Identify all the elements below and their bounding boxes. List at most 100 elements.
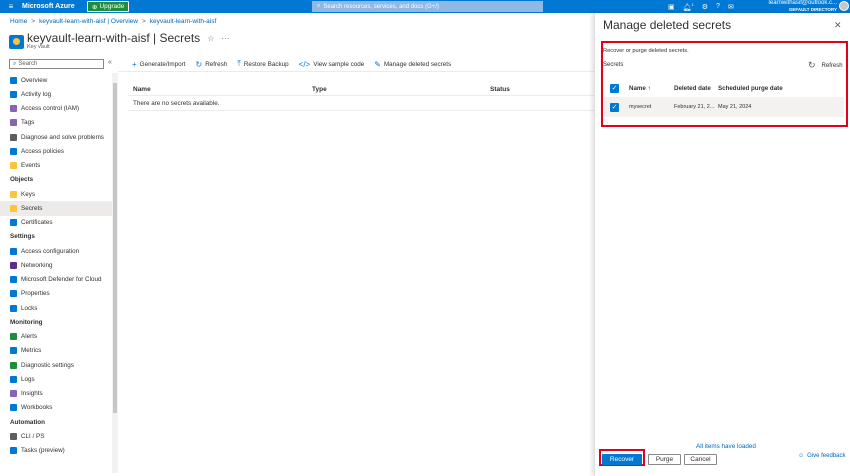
sidebar-search-input[interactable]: ⌕ Search bbox=[9, 59, 104, 69]
column-deleted-date[interactable]: Deleted date bbox=[674, 85, 711, 92]
favorite-star-icon[interactable]: ☆ bbox=[207, 34, 214, 43]
manage-deleted-secrets-button[interactable]: ✎ Manage deleted secrets bbox=[374, 60, 451, 69]
sidebar-item-certificates[interactable]: Certificates bbox=[0, 216, 112, 230]
breadcrumb-separator: > bbox=[31, 18, 36, 25]
search-placeholder: Search resources, services, and docs (G+… bbox=[323, 3, 439, 10]
upgrade-label: Upgrade bbox=[99, 3, 125, 10]
close-icon[interactable]: ✕ bbox=[834, 20, 842, 31]
more-icon[interactable]: ··· bbox=[221, 34, 229, 43]
sidebar-item-label: Networking bbox=[21, 261, 53, 269]
secret-name: mysecret bbox=[629, 104, 652, 110]
sidebar-item-label: Access configuration bbox=[21, 247, 80, 255]
avatar[interactable] bbox=[839, 1, 849, 11]
global-search-input[interactable]: ⌕ Search resources, services, and docs (… bbox=[312, 1, 543, 12]
column-status[interactable]: Status bbox=[490, 86, 510, 93]
secrets-table-header: Name Type Status bbox=[128, 82, 594, 96]
breadcrumb-vault[interactable]: keyvault-learn-with-aisf bbox=[150, 18, 216, 25]
scrollbar-thumb[interactable] bbox=[113, 83, 117, 413]
column-purge-date[interactable]: Scheduled purge date bbox=[718, 85, 783, 92]
sidebar-item-label: Secrets bbox=[21, 204, 43, 212]
sidebar-item-icon bbox=[10, 76, 17, 84]
feedback-icon: ☺ bbox=[798, 453, 805, 459]
wrench-icon: ✎ bbox=[374, 59, 381, 69]
sidebar-item-icon bbox=[10, 276, 17, 284]
sidebar-item-diagnose-and-solve-problems[interactable]: Diagnose and solve problems bbox=[0, 130, 112, 144]
generate-import-button[interactable]: + Generate/Import bbox=[132, 60, 186, 69]
sidebar-scrollbar[interactable] bbox=[112, 73, 118, 473]
key-vault-icon bbox=[9, 35, 24, 49]
sidebar-item-logs[interactable]: Logs bbox=[0, 372, 112, 386]
sidebar-item-icon bbox=[10, 162, 17, 170]
give-feedback-link[interactable]: ☺ Give feedback bbox=[798, 453, 846, 459]
sidebar-item-diagnostic-settings[interactable]: Diagnostic settings bbox=[0, 358, 112, 372]
sidebar-section-header: Objects bbox=[10, 176, 34, 184]
sidebar-item-tasks-preview[interactable]: Tasks (preview) bbox=[0, 444, 112, 458]
sidebar-item-access-configuration[interactable]: Access configuration bbox=[0, 244, 112, 258]
sidebar-item-label: Microsoft Defender for Cloud bbox=[21, 276, 102, 284]
panel-refresh-label: Refresh bbox=[821, 62, 843, 69]
sidebar-item-networking[interactable]: Networking bbox=[0, 258, 112, 272]
sidebar-item-label: Properties bbox=[21, 290, 50, 298]
sidebar: Overview Activity log Access control (IAM)… bbox=[0, 73, 112, 458]
page-title-row: keyvault-learn-with-aisf | Secrets ☆ ··· bbox=[27, 31, 229, 45]
page-title: keyvault-learn-with-aisf | Secrets bbox=[27, 31, 201, 45]
search-icon: ⌕ bbox=[317, 3, 321, 9]
upload-icon: ⤒ bbox=[237, 59, 241, 68]
help-icon[interactable]: ? bbox=[716, 3, 720, 10]
notifications-icon[interactable]: 🔔︎1 bbox=[683, 2, 694, 11]
sidebar-item-cli-ps[interactable]: CLI / PS bbox=[0, 429, 112, 443]
sidebar-item-tags[interactable]: Tags bbox=[0, 116, 112, 130]
sidebar-item-icon bbox=[10, 390, 17, 398]
restore-backup-button[interactable]: ⤒ Restore Backup bbox=[237, 59, 288, 69]
sidebar-item-icon bbox=[10, 90, 17, 98]
row-checkbox[interactable]: ✓ bbox=[610, 103, 619, 112]
sidebar-item-access-policies[interactable]: Access policies bbox=[0, 144, 112, 158]
upgrade-button[interactable]: ⊕ Upgrade bbox=[87, 1, 130, 12]
sidebar-item-icon bbox=[10, 432, 17, 440]
code-icon: </> bbox=[298, 59, 311, 69]
view-sample-code-button[interactable]: </> View sample code bbox=[299, 60, 365, 69]
collapse-sidebar-icon[interactable]: « bbox=[108, 59, 112, 66]
cancel-button[interactable]: Cancel bbox=[684, 454, 717, 465]
sidebar-item-activity-log[interactable]: Activity log bbox=[0, 87, 112, 101]
sidebar-item-insights[interactable]: Insights bbox=[0, 387, 112, 401]
settings-icon[interactable]: ⚙ bbox=[702, 3, 708, 11]
sidebar-item-events[interactable]: Events bbox=[0, 159, 112, 173]
panel-title: Manage deleted secrets bbox=[603, 18, 732, 32]
sidebar-item-icon bbox=[10, 190, 17, 198]
sidebar-item-microsoft-defender-for-cloud[interactable]: Microsoft Defender for Cloud bbox=[0, 273, 112, 287]
account-info[interactable]: learnwithasif@outlook.c... DEFAULT DIREC… bbox=[762, 0, 837, 13]
panel-refresh-button[interactable]: ↻ Refresh bbox=[808, 60, 843, 71]
sidebar-item-access-control-iam[interactable]: Access control (IAM) bbox=[0, 102, 112, 116]
sidebar-item-label: Locks bbox=[21, 304, 38, 312]
refresh-button[interactable]: ↻ Refresh bbox=[196, 60, 228, 69]
sidebar-item-overview[interactable]: Overview bbox=[0, 73, 112, 87]
notification-badge: 1 bbox=[691, 1, 694, 7]
sidebar-item-label: Access policies bbox=[21, 147, 65, 155]
sidebar-item-alerts[interactable]: Alerts bbox=[0, 330, 112, 344]
sidebar-item-secrets[interactable]: Secrets bbox=[0, 201, 112, 216]
sidebar-item-metrics[interactable]: Metrics bbox=[0, 344, 112, 358]
sidebar-item-locks[interactable]: Locks bbox=[0, 301, 112, 315]
sidebar-item-workbooks[interactable]: Workbooks bbox=[0, 401, 112, 415]
select-all-checkbox[interactable]: ✓ bbox=[610, 84, 619, 93]
cloud-shell-icon[interactable]: ▣ bbox=[668, 3, 675, 11]
recover-button[interactable]: Recover bbox=[602, 454, 642, 465]
menu-icon[interactable]: ≡ bbox=[0, 0, 22, 13]
breadcrumb-overview[interactable]: keyvault-learn-with-aisf | Overview bbox=[39, 18, 138, 25]
sidebar-item-label: Alerts bbox=[21, 333, 38, 341]
purge-button[interactable]: Purge bbox=[648, 454, 681, 465]
generate-import-label: Generate/Import bbox=[139, 60, 186, 68]
column-name[interactable]: Name bbox=[133, 86, 151, 93]
breadcrumb-home[interactable]: Home bbox=[10, 18, 27, 25]
plus-icon: + bbox=[132, 59, 137, 69]
sidebar-item-keys[interactable]: Keys bbox=[0, 187, 112, 201]
panel-hint: Recover or purge deleted secrets. bbox=[603, 48, 689, 54]
sidebar-item-properties[interactable]: Properties bbox=[0, 287, 112, 301]
column-type[interactable]: Type bbox=[312, 86, 327, 93]
column-name[interactable]: Name ↑ bbox=[629, 85, 651, 92]
brand-label[interactable]: Microsoft Azure bbox=[22, 3, 87, 10]
feedback-icon[interactable]: ✉ bbox=[728, 3, 734, 11]
sidebar-item-label: Overview bbox=[21, 76, 48, 84]
sidebar-item-label: Access control (IAM) bbox=[21, 105, 80, 113]
